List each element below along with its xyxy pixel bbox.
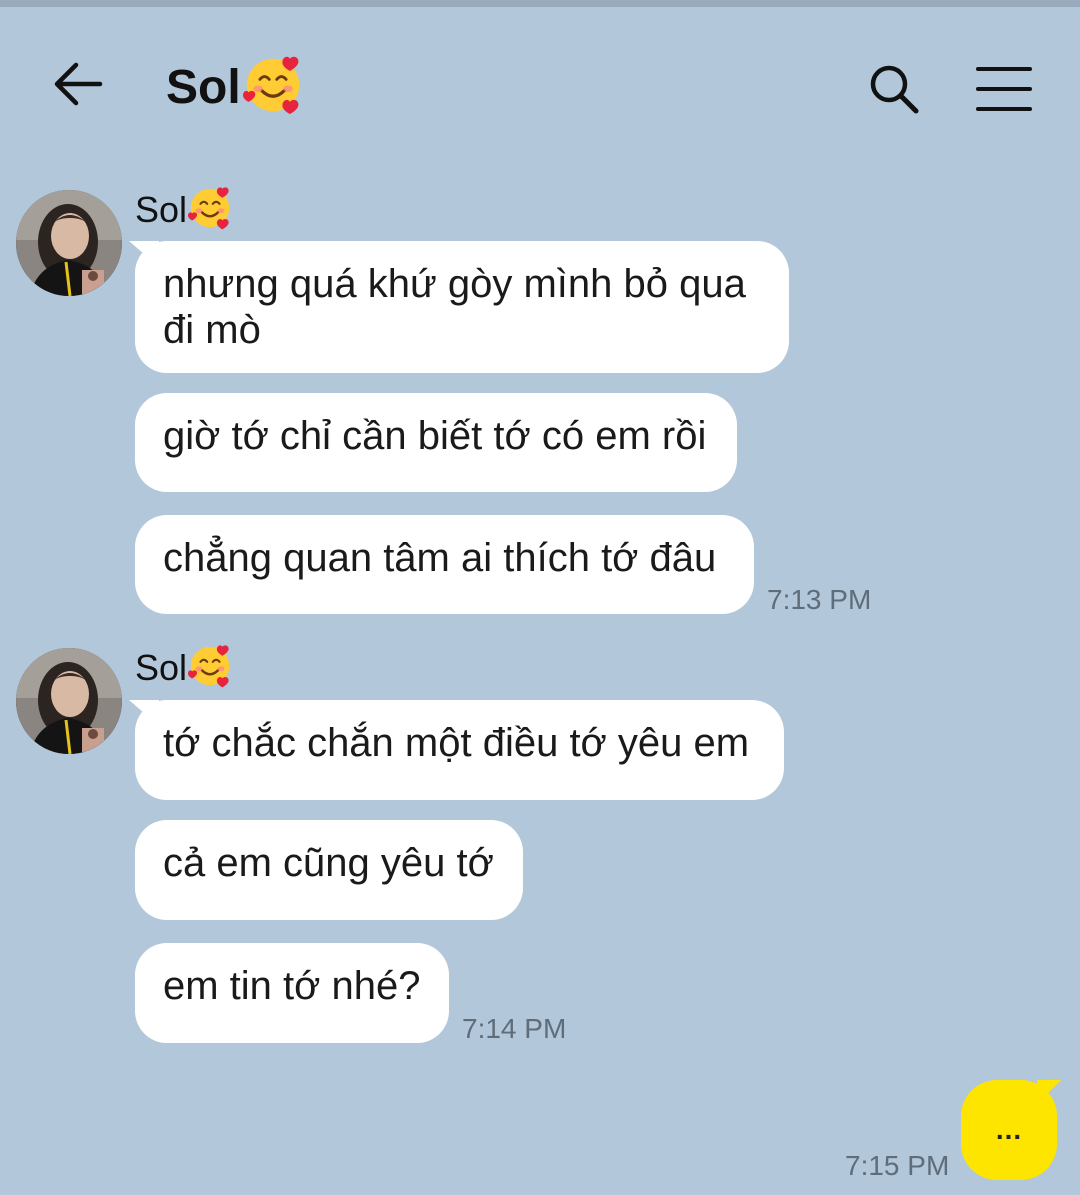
search-button[interactable]: [866, 61, 922, 117]
message-timestamp: 7:13 PM: [767, 584, 872, 615]
menu-button[interactable]: [974, 63, 1034, 115]
message-text: em tin tớ nhé?: [163, 964, 421, 1008]
back-arrow-icon: [54, 62, 103, 106]
message-timestamp: 7:14 PM: [462, 1013, 567, 1044]
message-text: chẳng quan tâm ai thích tớ đâu: [163, 536, 717, 580]
avatar[interactable]: [16, 190, 122, 296]
smiling-face-with-hearts-icon: [188, 186, 231, 230]
smiling-face-with-hearts-icon: [242, 55, 301, 115]
chat-title: Sol: [166, 55, 303, 115]
message-bubble[interactable]: em tin tớ nhé?: [135, 943, 449, 1043]
avatar[interactable]: [16, 648, 122, 754]
message-bubble[interactable]: chẳng quan tâm ai thích tớ đâu: [135, 515, 754, 614]
profile-photo: [16, 648, 122, 754]
sender-name-text: Sol: [135, 189, 188, 230]
menu-icon: [976, 67, 1032, 111]
message-bubble[interactable]: tớ chắc chắn một điều tớ yêu em: [135, 700, 784, 800]
status-strip: [0, 0, 1080, 7]
message-timestamp: 7:15 PM: [845, 1150, 950, 1181]
chat-title-text: Sol: [166, 61, 241, 114]
message-bubble[interactable]: cả em cũng yêu tớ: [135, 820, 523, 920]
sender-name: Sol: [135, 186, 232, 230]
smiling-face-with-hearts-icon: [188, 644, 231, 688]
outgoing-message-bubble[interactable]: ...: [961, 1080, 1057, 1180]
message-bubble[interactable]: giờ tớ chỉ cần biết tớ có em rồi: [135, 393, 737, 492]
sender-name: Sol: [135, 644, 232, 688]
message-text: cả em cũng yêu tớ: [163, 841, 494, 885]
sender-name-text: Sol: [135, 647, 188, 688]
search-icon: [870, 65, 919, 114]
message-text: giờ tớ chỉ cần biết tớ có em rồi: [163, 414, 707, 458]
chat-header: Sol: [0, 7, 1080, 157]
message-text: ...: [995, 1114, 1023, 1145]
message-text: nhưng quá khứ gòy mình bỏ qua đi mò: [163, 262, 746, 352]
message-text: tớ chắc chắn một điều tớ yêu em: [163, 721, 750, 765]
profile-photo: [16, 190, 122, 296]
message-bubble[interactable]: nhưng quá khứ gòy mình bỏ qua đi mò: [135, 241, 789, 373]
back-button[interactable]: [48, 57, 108, 111]
